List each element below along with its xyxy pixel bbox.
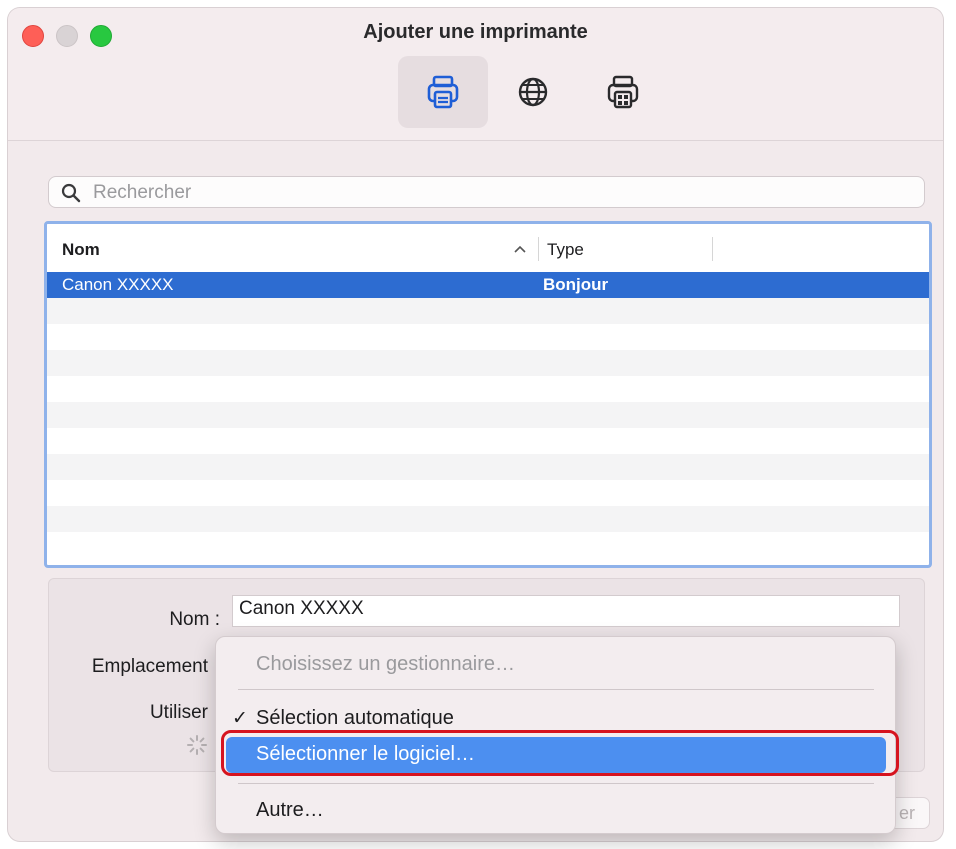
loading-spinner-icon bbox=[187, 735, 207, 755]
toolbar-default-button[interactable] bbox=[398, 56, 488, 128]
menu-item-other[interactable]: Autre… bbox=[216, 799, 895, 827]
empty-row bbox=[47, 402, 929, 428]
location-label: Emplacement bbox=[91, 656, 208, 677]
toolbar-windows-button[interactable] bbox=[578, 56, 668, 128]
empty-row bbox=[47, 428, 929, 454]
search-field[interactable] bbox=[48, 176, 925, 208]
printer-name-cell: Canon XXXXX bbox=[62, 275, 174, 294]
window-title: Ajouter une imprimante bbox=[363, 21, 588, 43]
empty-row bbox=[47, 480, 929, 506]
search-input[interactable] bbox=[91, 180, 915, 206]
column-separator[interactable] bbox=[538, 237, 539, 261]
empty-row bbox=[47, 532, 929, 558]
add-button-label: er bbox=[898, 803, 915, 823]
menu-separator bbox=[238, 689, 874, 690]
name-input[interactable]: Canon XXXXX bbox=[232, 595, 900, 627]
titlebar: Ajouter une imprimante bbox=[8, 8, 943, 141]
name-label: Nom : bbox=[169, 609, 220, 630]
list-header: Nom Type bbox=[47, 224, 929, 272]
highlight-annotation bbox=[221, 730, 899, 776]
use-label: Utiliser bbox=[149, 702, 208, 723]
table-row[interactable]: Canon XXXXX Bonjour bbox=[47, 272, 929, 298]
sort-ascending-icon[interactable] bbox=[513, 242, 527, 256]
empty-row bbox=[47, 454, 929, 480]
empty-row bbox=[47, 506, 929, 532]
empty-row bbox=[47, 324, 929, 350]
menu-separator bbox=[238, 783, 874, 784]
toolbar-ip-button[interactable] bbox=[488, 56, 578, 128]
empty-row bbox=[47, 376, 929, 402]
printer-default-icon bbox=[427, 75, 459, 109]
empty-row bbox=[47, 350, 929, 376]
column-separator[interactable] bbox=[712, 237, 713, 261]
column-header-name[interactable]: Nom bbox=[62, 240, 100, 260]
printer-type-cell: Bonjour bbox=[543, 275, 609, 294]
globe-ip-icon bbox=[518, 77, 548, 107]
printer-windows-icon bbox=[607, 75, 639, 109]
search-icon bbox=[61, 183, 81, 203]
printer-list[interactable]: Nom Type Canon XXXXX Bonjour bbox=[44, 221, 932, 568]
column-header-type[interactable]: Type bbox=[547, 240, 584, 260]
empty-row bbox=[47, 298, 929, 324]
checkmark-icon: ✓ bbox=[232, 708, 248, 729]
